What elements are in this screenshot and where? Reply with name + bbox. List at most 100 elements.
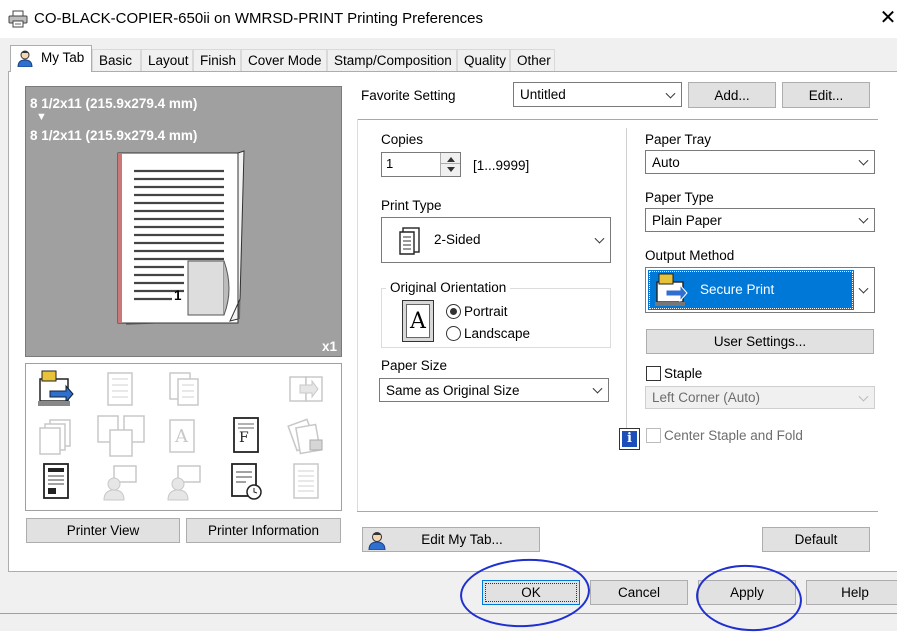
portrait-radio[interactable] — [446, 304, 461, 319]
two-sided-page-icon — [399, 227, 420, 255]
window-title: CO-BLACK-COPIER-650ii on WMRSD-PRINT Pri… — [34, 10, 484, 27]
copies-range: [1...9999] — [473, 158, 530, 173]
tab-label: Finish — [200, 53, 237, 68]
default-button[interactable]: Default — [762, 527, 870, 552]
chevron-down-icon — [858, 155, 869, 166]
orientation-letter: A — [406, 304, 430, 338]
locked-job-function-icon[interactable] — [286, 416, 326, 456]
down-arrow-icon — [447, 167, 455, 172]
tab-label: Basic — [99, 53, 133, 68]
tab-basic[interactable]: Basic — [92, 49, 141, 71]
copies-increment-button[interactable] — [440, 153, 460, 164]
text-function-icon[interactable]: A — [164, 416, 204, 456]
chevron-down-icon — [592, 383, 603, 394]
copies-label: Copies — [381, 132, 424, 147]
tab-label: Quality — [464, 53, 507, 68]
column-divider — [626, 128, 627, 450]
tab-label: Other — [517, 53, 551, 68]
portrait-label: Portrait — [464, 304, 508, 319]
chevron-down-icon — [858, 213, 869, 224]
paper-type-dropdown[interactable]: Plain Paper — [645, 208, 875, 232]
timed-print-function-icon[interactable] — [226, 462, 266, 502]
tab-label: Stamp/Composition — [334, 53, 452, 68]
tab-finish[interactable]: Finish — [193, 49, 241, 71]
copies-stepper[interactable]: 1 — [381, 152, 461, 177]
info-button[interactable]: i — [619, 428, 640, 450]
print-type-label: Print Type — [381, 198, 442, 213]
close-button[interactable]: ✕ — [878, 7, 897, 29]
paper-type-value: Plain Paper — [652, 212, 722, 228]
center-staple-checkbox[interactable] — [646, 428, 661, 443]
staple-checkbox[interactable] — [646, 366, 661, 381]
tab-cover-mode[interactable]: Cover Mode — [241, 49, 327, 71]
chevron-down-icon — [594, 233, 605, 244]
svg-text:F: F — [239, 430, 249, 446]
edit-favorite-button[interactable]: Edit... — [782, 82, 870, 108]
print-type-value: 2-Sided — [434, 232, 481, 247]
copies-badge: x1 — [322, 339, 338, 354]
n-up-function-icon[interactable] — [100, 369, 140, 409]
tab-label: Cover Mode — [248, 53, 322, 68]
collate-function-icon[interactable] — [164, 369, 204, 409]
header-footer-function-icon[interactable] — [36, 462, 76, 502]
cancel-button[interactable]: Cancel — [590, 580, 688, 605]
orientation-preview-icon: A — [402, 300, 434, 342]
paper-type-label: Paper Type — [645, 190, 714, 205]
tab-my-tab[interactable]: My Tab — [10, 45, 92, 72]
landscape-label: Landscape — [464, 326, 531, 341]
user-settings-button[interactable]: User Settings... — [646, 329, 874, 354]
info-icon: i — [622, 431, 637, 447]
add-favorite-button[interactable]: Add... — [688, 82, 776, 108]
printer-view-button[interactable]: Printer View — [26, 518, 180, 543]
user-authentication-function-icon[interactable] — [100, 462, 140, 502]
stack-function-icon[interactable] — [36, 416, 76, 456]
watermark-function-icon[interactable]: F — [226, 416, 266, 456]
tab-stamp-composition[interactable]: Stamp/Composition — [327, 49, 457, 71]
staple-label: Staple — [664, 366, 703, 381]
paper-size-value: Same as Original Size — [386, 382, 520, 398]
account-track-function-icon[interactable] — [164, 462, 204, 502]
chevron-down-icon — [665, 88, 676, 99]
paper-size-dropdown[interactable]: Same as Original Size — [379, 378, 609, 402]
paper-size-label: Paper Size — [381, 358, 448, 373]
tab-layout[interactable]: Layout — [141, 49, 193, 71]
output-method-selection: Secure Print — [648, 270, 854, 310]
page-preview-icon — [117, 150, 245, 325]
svg-text:A: A — [174, 426, 189, 447]
duplex-function-icon[interactable] — [286, 369, 326, 409]
settings-top-divider — [357, 119, 878, 120]
print-preview: 8 1/2x11 (215.9x279.4 mm) ▼ 8 1/2x11 (21… — [25, 86, 342, 357]
print-log-function-icon[interactable] — [286, 462, 326, 502]
staple-position-value: Left Corner (Auto) — [652, 390, 761, 405]
secure-print-icon — [655, 273, 688, 306]
copies-decrement-button[interactable] — [440, 164, 460, 176]
user-icon — [17, 50, 33, 67]
staple-position-dropdown[interactable]: Left Corner (Auto) — [645, 386, 875, 409]
tab-quality[interactable]: Quality — [457, 49, 510, 71]
page-number: 1 — [174, 288, 182, 303]
title-bar: CO-BLACK-COPIER-650ii on WMRSD-PRINT Pri… — [0, 0, 897, 38]
help-button[interactable]: Help — [806, 580, 897, 605]
down-arrow-icon: ▼ — [36, 111, 47, 123]
output-method-value: Secure Print — [700, 282, 775, 297]
printer-information-button[interactable]: Printer Information — [186, 518, 341, 543]
function-icon-panel: A F — [25, 363, 342, 511]
booklet-function-icon[interactable] — [96, 414, 148, 458]
paper-tray-value: Auto — [652, 154, 680, 170]
original-size-text: 8 1/2x11 (215.9x279.4 mm) — [30, 96, 198, 111]
printer-icon — [8, 10, 28, 28]
output-method-dropdown[interactable]: Secure Print — [645, 267, 875, 313]
favorite-setting-dropdown[interactable]: Untitled — [513, 82, 682, 107]
paper-tray-dropdown[interactable]: Auto — [645, 150, 875, 174]
user-icon — [368, 532, 386, 550]
tab-label: Layout — [148, 53, 189, 68]
settings-left-divider — [357, 119, 358, 511]
output-method-label: Output Method — [645, 248, 735, 263]
landscape-radio[interactable] — [446, 326, 461, 341]
print-type-dropdown[interactable]: 2-Sided — [381, 217, 611, 263]
tab-other[interactable]: Other — [510, 49, 555, 71]
edit-my-tab-button[interactable]: Edit My Tab... — [362, 527, 540, 552]
secure-print-function-icon[interactable] — [36, 369, 76, 409]
settings-bottom-divider — [357, 511, 878, 512]
output-size-text: 8 1/2x11 (215.9x279.4 mm) — [30, 128, 198, 143]
